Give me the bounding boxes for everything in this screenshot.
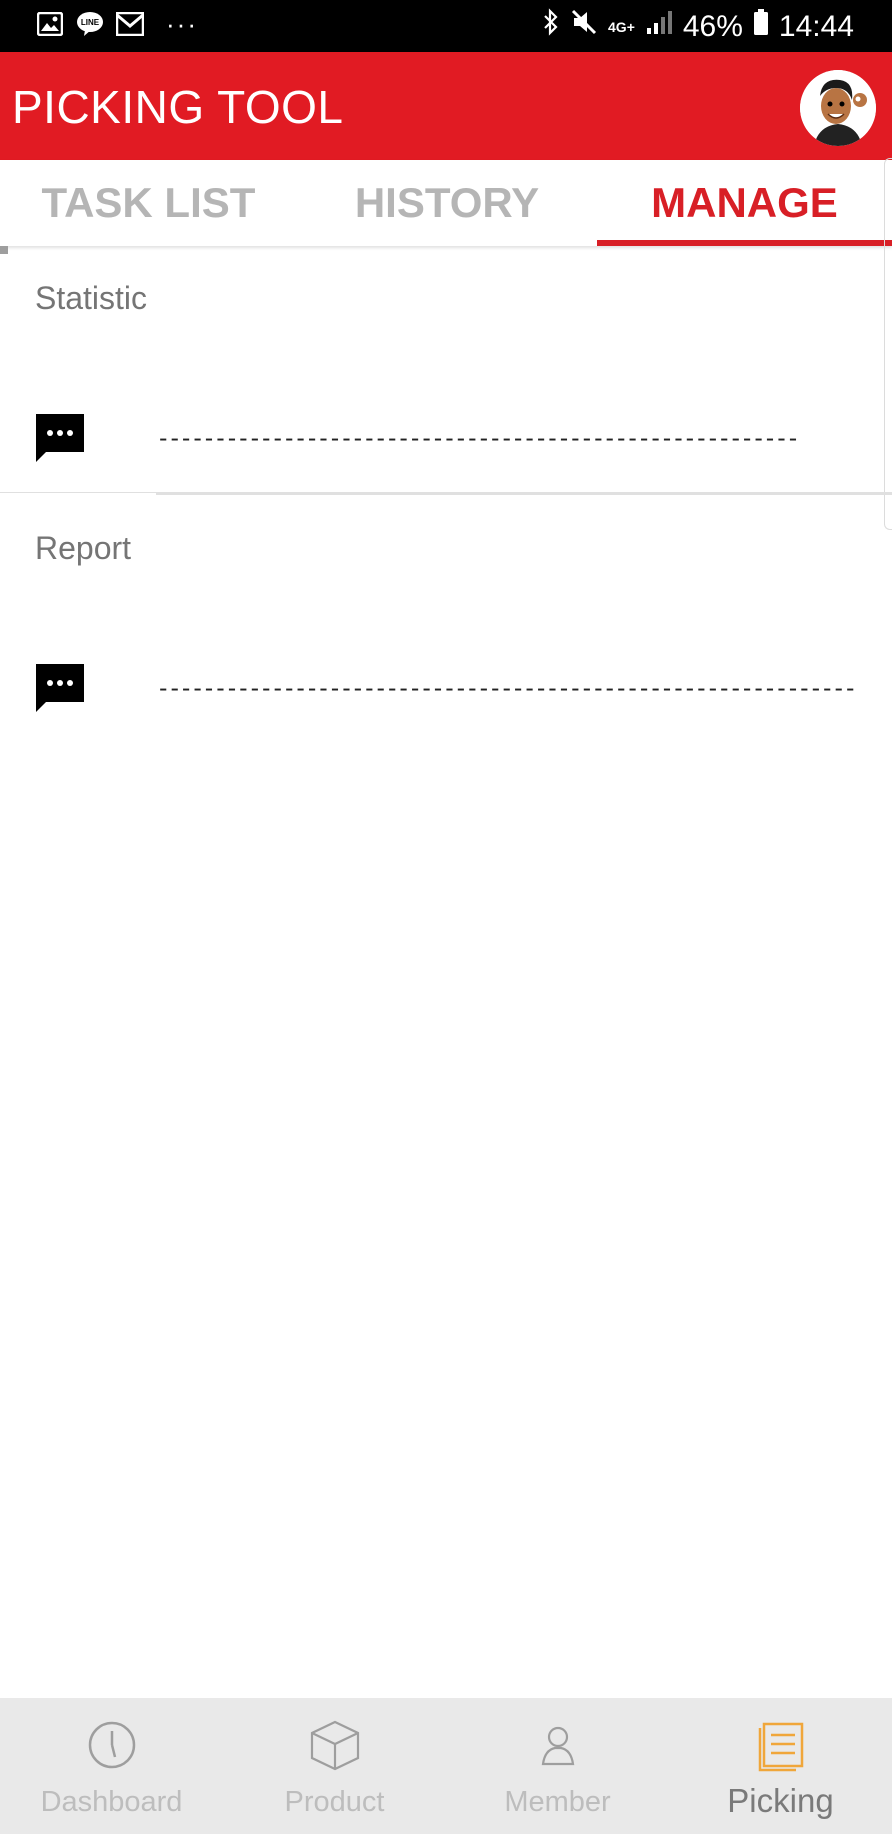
nav-dashboard[interactable]: Dashboard bbox=[0, 1698, 223, 1834]
active-tab-indicator bbox=[597, 240, 892, 246]
nav-label: Dashboard bbox=[40, 1786, 183, 1818]
signal-icon bbox=[645, 8, 673, 45]
tab-bar: TASK LIST HISTORY MANAGE bbox=[0, 160, 892, 246]
box-icon bbox=[308, 1718, 362, 1772]
scroll-indicator bbox=[0, 246, 8, 254]
battery-percent: 46% bbox=[682, 9, 743, 43]
nav-product[interactable]: Product bbox=[223, 1698, 446, 1834]
gallery-icon bbox=[36, 10, 64, 38]
report-item-text[interactable]: ----------------------------------------… bbox=[156, 674, 856, 702]
tab-task-list[interactable]: TASK LIST bbox=[0, 160, 297, 246]
tab-manage[interactable]: MANAGE bbox=[597, 160, 892, 246]
clock-time: 14:44 bbox=[778, 9, 854, 43]
section-title-report: Report bbox=[35, 530, 132, 566]
network-type: 4G+ bbox=[608, 18, 635, 35]
nav-label: Product bbox=[284, 1786, 385, 1818]
app-title: PICKING TOOL bbox=[12, 81, 344, 133]
message-icon[interactable] bbox=[34, 662, 86, 714]
picking-list-icon bbox=[754, 1718, 808, 1772]
battery-icon bbox=[753, 8, 769, 45]
nav-label: Picking bbox=[727, 1782, 834, 1819]
status-bar: LINE ··· 4G+ 46% 14:44 bbox=[0, 0, 892, 52]
user-avatar[interactable] bbox=[800, 70, 876, 146]
svg-text:LINE: LINE bbox=[81, 18, 100, 27]
clock-icon bbox=[85, 1718, 139, 1772]
nav-picking[interactable]: Picking bbox=[669, 1698, 892, 1834]
side-scroll-track bbox=[884, 158, 892, 530]
nav-label: Member bbox=[504, 1786, 611, 1818]
divider bbox=[0, 492, 156, 493]
mute-icon bbox=[570, 8, 598, 45]
bottom-navigation: Dashboard Product Member Picking bbox=[0, 1698, 892, 1834]
mail-icon bbox=[116, 10, 144, 38]
statistic-item-text[interactable]: ----------------------------------------… bbox=[156, 424, 801, 452]
status-bar-system: 4G+ 46% 14:44 bbox=[542, 8, 854, 45]
person-icon bbox=[531, 1718, 585, 1772]
app-header: PICKING TOOL bbox=[0, 52, 892, 160]
bluetooth-icon bbox=[542, 8, 560, 45]
section-title-statistic: Statistic bbox=[35, 280, 148, 316]
divider bbox=[156, 492, 892, 495]
message-icon[interactable] bbox=[34, 412, 86, 464]
tab-history[interactable]: HISTORY bbox=[297, 160, 597, 246]
nav-member[interactable]: Member bbox=[446, 1698, 669, 1834]
more-notifications: ··· bbox=[166, 9, 198, 39]
status-bar-notifications: LINE ··· bbox=[36, 10, 198, 38]
line-icon: LINE bbox=[76, 10, 104, 38]
